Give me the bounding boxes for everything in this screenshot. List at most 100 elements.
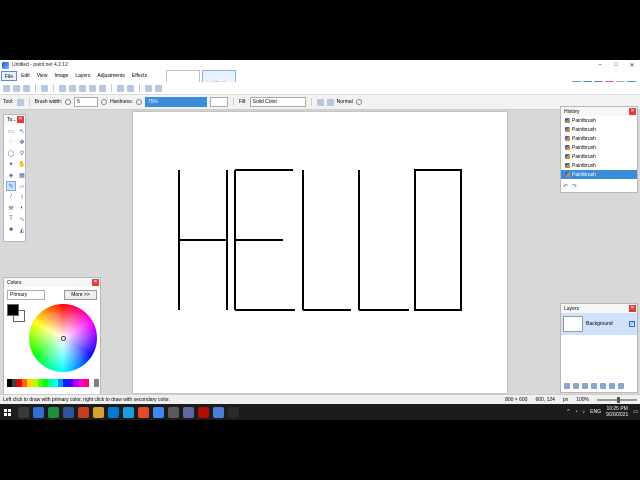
- primary-color-swatch[interactable]: [7, 304, 19, 316]
- history-item[interactable]: Paintbrush: [561, 143, 637, 152]
- color-wheel-cursor[interactable]: [61, 336, 66, 341]
- history-item[interactable]: Paintbrush: [561, 134, 637, 143]
- new-icon[interactable]: [3, 84, 10, 92]
- paint-bucket-icon[interactable]: ◈: [6, 170, 16, 180]
- duplicate-layer-icon[interactable]: [582, 383, 588, 389]
- menu-file[interactable]: File: [1, 71, 18, 81]
- misc-tool-icon[interactable]: ◭: [17, 225, 27, 235]
- undo-icon[interactable]: [117, 84, 124, 92]
- color-picker-icon[interactable]: ⌇: [17, 192, 27, 202]
- menu-layers[interactable]: Layers: [72, 71, 93, 81]
- units-dropdown[interactable]: px: [563, 397, 568, 403]
- blend-mode-dropdown[interactable]: Normal: [337, 99, 353, 105]
- increase-width-icon[interactable]: [101, 99, 108, 105]
- hardness-slider[interactable]: 75%: [144, 97, 207, 107]
- blend-mode-icon[interactable]: [326, 98, 334, 106]
- menu-adjustments[interactable]: Adjustments: [94, 71, 128, 81]
- paste-icon[interactable]: [79, 84, 86, 92]
- zoom-icon[interactable]: ⚲: [17, 148, 27, 158]
- alpha-blending-icon[interactable]: [355, 99, 362, 105]
- menu-effects[interactable]: Effects: [129, 71, 150, 81]
- history-redo-icon[interactable]: ↷: [572, 183, 577, 190]
- move-layer-up-icon[interactable]: [600, 383, 606, 389]
- copy-icon[interactable]: [69, 84, 76, 92]
- antialiasing-icon[interactable]: [316, 98, 324, 106]
- history-item-selected[interactable]: Paintbrush: [561, 170, 637, 179]
- menu-view[interactable]: View: [34, 71, 51, 81]
- recolor-icon[interactable]: ◐: [17, 203, 27, 213]
- redo-icon[interactable]: [127, 84, 134, 92]
- history-undo-icon[interactable]: ↶: [563, 183, 568, 190]
- history-item[interactable]: Paintbrush: [561, 161, 637, 170]
- text-icon[interactable]: T: [6, 214, 16, 224]
- history-panel-close-icon[interactable]: ✕: [629, 108, 636, 115]
- add-layer-icon[interactable]: [564, 383, 570, 389]
- fill-dropdown[interactable]: Solid Color: [249, 97, 306, 107]
- rectangle-select-icon[interactable]: ▭: [6, 126, 16, 136]
- maximize-button[interactable]: □: [608, 60, 624, 70]
- acrobat-icon[interactable]: [198, 406, 209, 418]
- deselect-icon[interactable]: [99, 84, 106, 92]
- wifi-icon[interactable]: ◔: [575, 409, 578, 415]
- ruler-icon[interactable]: [155, 84, 162, 92]
- grid-icon[interactable]: [145, 84, 152, 92]
- search-icon[interactable]: [18, 406, 29, 418]
- clock[interactable]: 10:25 PM 9/20/2021: [606, 406, 628, 418]
- open-icon[interactable]: [13, 84, 20, 92]
- edge-icon[interactable]: [108, 406, 119, 418]
- minimize-button[interactable]: –: [592, 60, 608, 70]
- hardness-spinner[interactable]: [209, 97, 228, 107]
- layer-row-background[interactable]: Background ✓: [561, 313, 637, 335]
- paintbrush-icon[interactable]: ✎: [6, 181, 16, 191]
- brave-icon[interactable]: [138, 406, 149, 418]
- lasso-select-icon[interactable]: ◌: [6, 137, 16, 147]
- decrease-width-icon[interactable]: [65, 99, 72, 105]
- ellipse-select-icon[interactable]: ◯: [6, 148, 16, 158]
- start-button[interactable]: [0, 404, 14, 420]
- shapes-icon[interactable]: ■: [6, 225, 16, 235]
- layer-visibility-checkbox[interactable]: ✓: [629, 321, 635, 327]
- mail-icon[interactable]: [123, 406, 134, 418]
- paintbrush-tool-icon[interactable]: [16, 98, 24, 106]
- move-selected-icon[interactable]: ✥: [17, 137, 27, 147]
- clone-stamp-icon[interactable]: ⚒: [6, 203, 16, 213]
- zoom-slider[interactable]: [597, 397, 637, 403]
- eraser-icon[interactable]: ▱: [17, 181, 27, 191]
- menu-image[interactable]: Image: [51, 71, 71, 81]
- colors-panel-close-icon[interactable]: ✕: [92, 279, 99, 286]
- tray-chevron-icon[interactable]: ^: [567, 409, 569, 415]
- powerpoint-icon[interactable]: [78, 406, 89, 418]
- language-indicator[interactable]: ENG: [590, 409, 601, 415]
- crop-icon[interactable]: [89, 84, 96, 92]
- chrome-icon[interactable]: [153, 406, 164, 418]
- history-item[interactable]: Paintbrush: [561, 125, 637, 134]
- explorer-icon[interactable]: [93, 406, 104, 418]
- word-icon[interactable]: [63, 406, 74, 418]
- layers-panel-close-icon[interactable]: ✕: [629, 305, 636, 312]
- notifications-icon[interactable]: ▭: [633, 409, 638, 415]
- image-canvas[interactable]: [133, 112, 507, 393]
- merge-layer-icon[interactable]: [591, 383, 597, 389]
- excel-icon[interactable]: [48, 406, 59, 418]
- zoom-level[interactable]: 100%: [576, 397, 589, 403]
- more-colors-button[interactable]: More >>: [64, 290, 97, 300]
- paintnet-taskbar-icon[interactable]: [213, 406, 224, 418]
- hardness-decrease-icon[interactable]: [135, 99, 142, 105]
- move-selection-icon[interactable]: ↖: [17, 126, 27, 136]
- magic-wand-icon[interactable]: ✦: [6, 159, 16, 169]
- pan-icon[interactable]: ✋: [17, 159, 27, 169]
- history-item[interactable]: Paintbrush: [561, 152, 637, 161]
- vscode-icon[interactable]: [33, 406, 44, 418]
- line-curve-icon[interactable]: ∿: [17, 214, 27, 224]
- color-palette[interactable]: [7, 379, 99, 387]
- tools-panel-close-icon[interactable]: ✕: [17, 116, 24, 123]
- pencil-icon[interactable]: /: [6, 192, 16, 202]
- app-icon[interactable]: [228, 406, 239, 418]
- history-item[interactable]: Paintbrush: [561, 116, 637, 125]
- color-mode-dropdown[interactable]: Primary: [7, 290, 45, 300]
- zoom-slider-knob[interactable]: [617, 397, 620, 403]
- close-button[interactable]: ✕: [624, 60, 640, 70]
- save-icon[interactable]: [23, 84, 30, 92]
- cut-icon[interactable]: [59, 84, 66, 92]
- print-icon[interactable]: [41, 84, 48, 92]
